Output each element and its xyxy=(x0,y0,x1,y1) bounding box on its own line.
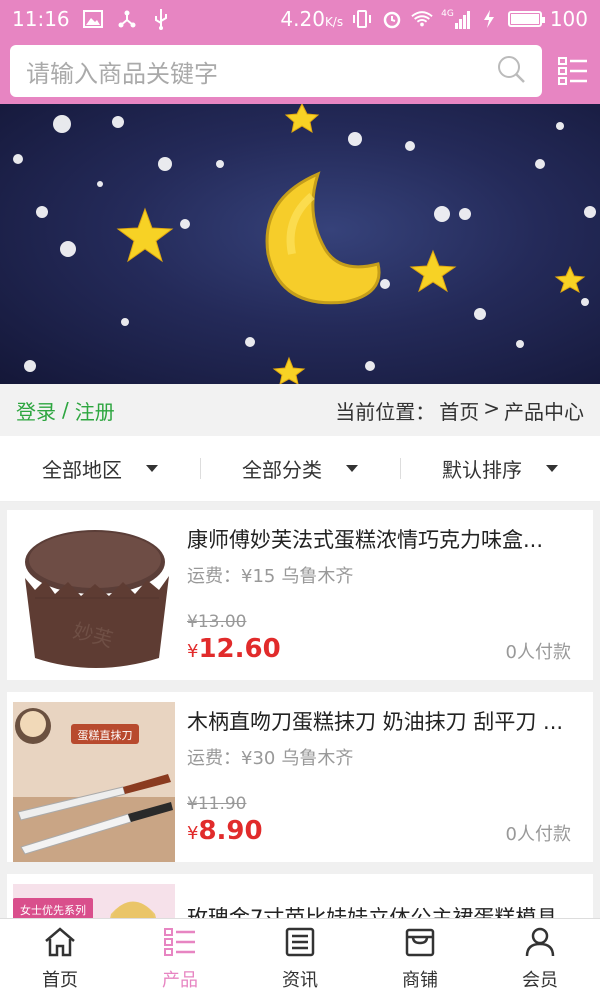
image-notification-icon xyxy=(82,8,104,30)
vibrate-icon xyxy=(351,8,373,30)
news-icon xyxy=(285,927,315,962)
auth-separator: / xyxy=(62,398,69,422)
member-icon xyxy=(525,927,555,962)
product-image-cake[interactable]: 妙芙 xyxy=(13,520,175,680)
charging-icon xyxy=(478,8,500,30)
breadcrumb-home[interactable]: 首页 xyxy=(439,396,479,425)
bottom-nav: 首页 产品 资讯 商铺 会员 xyxy=(0,918,600,1000)
signal-icon: 4G xyxy=(441,9,470,29)
battery-icon xyxy=(507,11,545,27)
filter-region-label: 全部地区 xyxy=(42,458,122,482)
nav-products[interactable]: 产品 xyxy=(120,919,240,1000)
alarm-icon xyxy=(381,8,403,30)
nav-news[interactable]: 资讯 xyxy=(240,919,360,1000)
filter-sort-label: 默认排序 xyxy=(442,458,522,482)
product-shipping: 运费：¥30 乌鲁木齐 xyxy=(187,748,354,769)
nav-home-label: 首页 xyxy=(42,970,78,991)
product-title[interactable]: 木柄直吻刀蛋糕抹刀 奶油抹刀 刮平刀 ... xyxy=(187,706,579,736)
product-title[interactable]: 康师傅妙芙法式蛋糕浓情巧克力味盒... xyxy=(187,524,579,554)
chevron-down-icon xyxy=(546,465,558,472)
search-input[interactable]: 请输入商品关键字 xyxy=(10,45,542,97)
product-image-label: 蛋糕直抹刀 xyxy=(78,728,133,742)
nav-news-label: 资讯 xyxy=(282,970,318,991)
status-time: 11:16 xyxy=(12,7,70,31)
breadcrumb: 当前位置： 首页 > 产品中心 xyxy=(335,396,584,425)
shop-icon xyxy=(404,927,436,962)
product-card[interactable]: 妙芙 康师傅妙芙法式蛋糕浓情巧克力味盒... 运费：¥15 乌鲁木齐 ¥13.0… xyxy=(7,510,593,680)
login-link[interactable]: 登录 xyxy=(16,396,56,425)
product-shipping: 运费：¥15 乌鲁木齐 xyxy=(187,566,354,587)
breadcrumb-arrow: > xyxy=(483,395,500,420)
wifi-icon xyxy=(411,8,433,30)
product-original-price: ¥11.90 xyxy=(187,794,247,814)
search-header: 请输入商品关键字 xyxy=(0,38,600,104)
banner-image[interactable] xyxy=(0,104,600,384)
filter-sort[interactable]: 默认排序 xyxy=(400,454,600,483)
status-bar: 11:16 4.20K/s 4G 100 xyxy=(0,0,600,38)
nav-member[interactable]: 会员 xyxy=(480,919,600,1000)
home-icon xyxy=(44,927,76,962)
product-list-icon xyxy=(164,927,196,962)
breadcrumb-current: 产品中心 xyxy=(504,399,584,424)
nav-shops-label: 商铺 xyxy=(402,970,438,991)
product-image-spatula[interactable]: 蛋糕直抹刀 xyxy=(13,702,175,862)
breadcrumb-row: 登录 / 注册 当前位置： 首页 > 产品中心 xyxy=(0,384,600,436)
breadcrumb-prefix: 当前位置： xyxy=(335,399,436,424)
register-link[interactable]: 注册 xyxy=(75,396,115,425)
product-image-label: 女士优先系列 xyxy=(20,903,86,917)
category-menu-icon[interactable] xyxy=(556,54,590,88)
nav-home[interactable]: 首页 xyxy=(0,919,120,1000)
search-icon[interactable] xyxy=(496,54,526,88)
product-paid-count: 0人付款 xyxy=(505,824,571,845)
filter-category-label: 全部分类 xyxy=(242,458,322,482)
filter-category[interactable]: 全部分类 xyxy=(200,454,400,483)
filter-region[interactable]: 全部地区 xyxy=(0,454,200,483)
nav-member-label: 会员 xyxy=(522,970,558,991)
product-original-price: ¥13.00 xyxy=(187,612,247,632)
nav-products-label: 产品 xyxy=(162,970,198,991)
network-speed: 4.20K/s xyxy=(280,7,344,31)
filter-bar: 全部地区 全部分类 默认排序 xyxy=(0,436,600,502)
share-notification-icon xyxy=(116,8,138,30)
product-paid-count: 0人付款 xyxy=(505,642,571,663)
nav-shops[interactable]: 商铺 xyxy=(360,919,480,1000)
battery-level: 100 xyxy=(549,7,588,31)
chevron-down-icon xyxy=(346,465,358,472)
chevron-down-icon xyxy=(146,465,158,472)
product-card[interactable]: 蛋糕直抹刀 木柄直吻刀蛋糕抹刀 奶油抹刀 刮平刀 ... 运费：¥30 乌鲁木齐… xyxy=(7,692,593,862)
search-placeholder: 请输入商品关键字 xyxy=(26,59,218,88)
usb-icon xyxy=(150,8,172,30)
